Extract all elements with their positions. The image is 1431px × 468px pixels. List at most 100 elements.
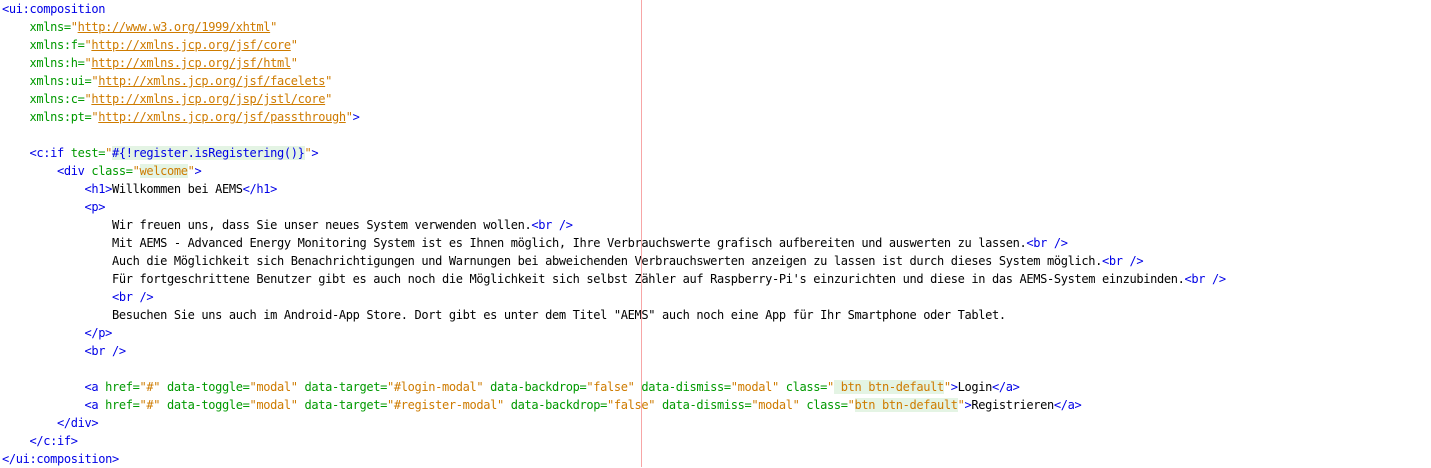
code-line[interactable]: xmlns:c= "http://xmlns.jcp.org/jsp/jstl/c… — [2, 90, 1226, 108]
code-token: </ui:composition> — [2, 452, 119, 466]
code-line[interactable]: xmlns:h="http://xmlns.jcp.org/jsf/html" — [2, 54, 1226, 72]
code-token: Willkommen bei AEMS — [112, 182, 243, 196]
code-token: data-dismiss= — [641, 380, 731, 394]
code-line[interactable]: Wir freuen uns, dass Sie unser neues Sys… — [2, 216, 1226, 234]
code-line[interactable]: </div> — [2, 414, 1226, 432]
code-area[interactable]: <ui:composition xmlns="http://www.w3.org… — [2, 0, 1226, 468]
code-token: " — [290, 38, 298, 52]
code-token: <br /> — [1026, 236, 1068, 250]
code-token: xmlns= — [29, 20, 72, 34]
code-line[interactable]: <c:if test="#{!register.isRegistering()}… — [2, 144, 1226, 162]
code-line[interactable]: Auch die Möglichkeit sich Benachrichtigu… — [2, 252, 1226, 270]
code-line[interactable]: Mit AEMS - Advanced Energy Monitoring Sy… — [2, 234, 1226, 252]
code-token: http://xmlns.jcp.org/jsf/facelets — [98, 74, 326, 88]
code-token: " — [187, 164, 195, 178]
code-editor[interactable]: <ui:composition xmlns="http://www.w3.org… — [0, 0, 1431, 467]
code-token: href= — [105, 398, 140, 412]
code-token: " — [70, 20, 78, 34]
code-token: data-target= — [304, 398, 388, 412]
code-token: data-toggle= — [167, 398, 250, 412]
code-token: data-dismiss= — [662, 398, 752, 412]
code-token: "#" — [139, 398, 167, 412]
code-token: " — [345, 110, 353, 124]
code-line[interactable] — [2, 360, 1226, 378]
code-token: <br /> — [531, 218, 573, 232]
code-line[interactable]: xmlns:pt= "http://xmlns.jcp.org/jsf/passt… — [2, 108, 1226, 126]
code-token: Besuchen Sie uns auch im Android-App Sto… — [112, 308, 1006, 322]
code-token: data-backdrop= — [510, 398, 608, 412]
code-token: xmlns:c= — [29, 92, 85, 106]
code-token: Für fortgeschrittene Benutzer gibt es au… — [112, 272, 1185, 286]
code-line[interactable]: </p> — [2, 324, 1226, 342]
code-line[interactable]: <a href="#" data-toggle="modal" data-tar… — [2, 378, 1226, 396]
code-line[interactable]: <div class="welcome"> — [2, 162, 1226, 180]
code-line[interactable]: <br /> — [2, 342, 1226, 360]
code-line[interactable]: <br /> — [2, 288, 1226, 306]
code-line[interactable]: <h1>Willkommen bei AEMS</h1> — [2, 180, 1226, 198]
code-line[interactable]: Besuchen Sie uns auch im Android-App Sto… — [2, 306, 1226, 324]
code-token: class= — [806, 398, 848, 412]
code-token: <br /> — [84, 344, 127, 358]
code-token: "modal" — [249, 398, 305, 412]
code-line[interactable]: <p> — [2, 198, 1226, 216]
code-token: " — [290, 56, 298, 70]
code-token: " — [325, 92, 332, 106]
code-token: http://xmlns.jcp.org/jsf/html — [91, 56, 291, 70]
code-line[interactable]: <ui:composition — [2, 0, 1226, 18]
code-token: </p> — [84, 326, 113, 340]
code-token: > — [950, 380, 958, 394]
code-token: "false" — [586, 380, 642, 394]
code-token: </a> — [1053, 398, 1082, 412]
code-token: <p> — [84, 200, 106, 214]
code-token: http://www.w3.org/1999/xhtml — [77, 20, 271, 34]
code-token: data-toggle= — [167, 380, 250, 394]
code-token: welcome — [139, 164, 188, 178]
code-line[interactable]: <a href="#" data-toggle="modal" data-tar… — [2, 396, 1226, 414]
code-token: "#" — [139, 380, 167, 394]
code-token: " — [270, 20, 277, 34]
code-token: <a — [84, 398, 106, 412]
code-token: > — [311, 146, 319, 160]
code-token: <br /> — [1184, 272, 1226, 286]
code-token: test= — [70, 146, 106, 160]
code-token: Auch die Möglichkeit sich Benachrichtigu… — [112, 254, 1102, 268]
code-token: Wir freuen uns, dass Sie unser neues Sys… — [112, 218, 532, 232]
code-token: "#register-modal" — [387, 398, 511, 412]
code-token: xmlns:ui= — [29, 74, 92, 88]
code-line[interactable]: xmlns:f="http://xmlns.jcp.org/jsf/core" — [2, 36, 1226, 54]
code-token: </a> — [992, 380, 1020, 394]
code-line[interactable]: xmlns:ui= "http://xmlns.jcp.org/jsf/facel… — [2, 72, 1226, 90]
code-token: </h1> — [242, 182, 278, 196]
code-token: <div — [57, 164, 92, 178]
code-token: > — [352, 110, 360, 124]
code-token: <br /> — [112, 290, 154, 304]
code-token: <ui:composition — [2, 2, 106, 16]
code-token: "modal" — [249, 380, 305, 394]
code-token: </c:if> — [29, 434, 78, 448]
code-token: "modal" — [730, 380, 786, 394]
code-line[interactable]: xmlns="http://www.w3.org/1999/xhtml" — [2, 18, 1226, 36]
code-token: xmlns:h= — [29, 56, 85, 70]
code-line[interactable]: </c:if> — [2, 432, 1226, 450]
code-line[interactable]: </ui:composition> — [2, 450, 1226, 468]
code-token: class= — [91, 164, 133, 178]
code-line[interactable] — [2, 126, 1226, 144]
code-token: "#login-modal" — [387, 380, 491, 394]
code-line[interactable]: Für fortgeschrittene Benutzer gibt es au… — [2, 270, 1226, 288]
